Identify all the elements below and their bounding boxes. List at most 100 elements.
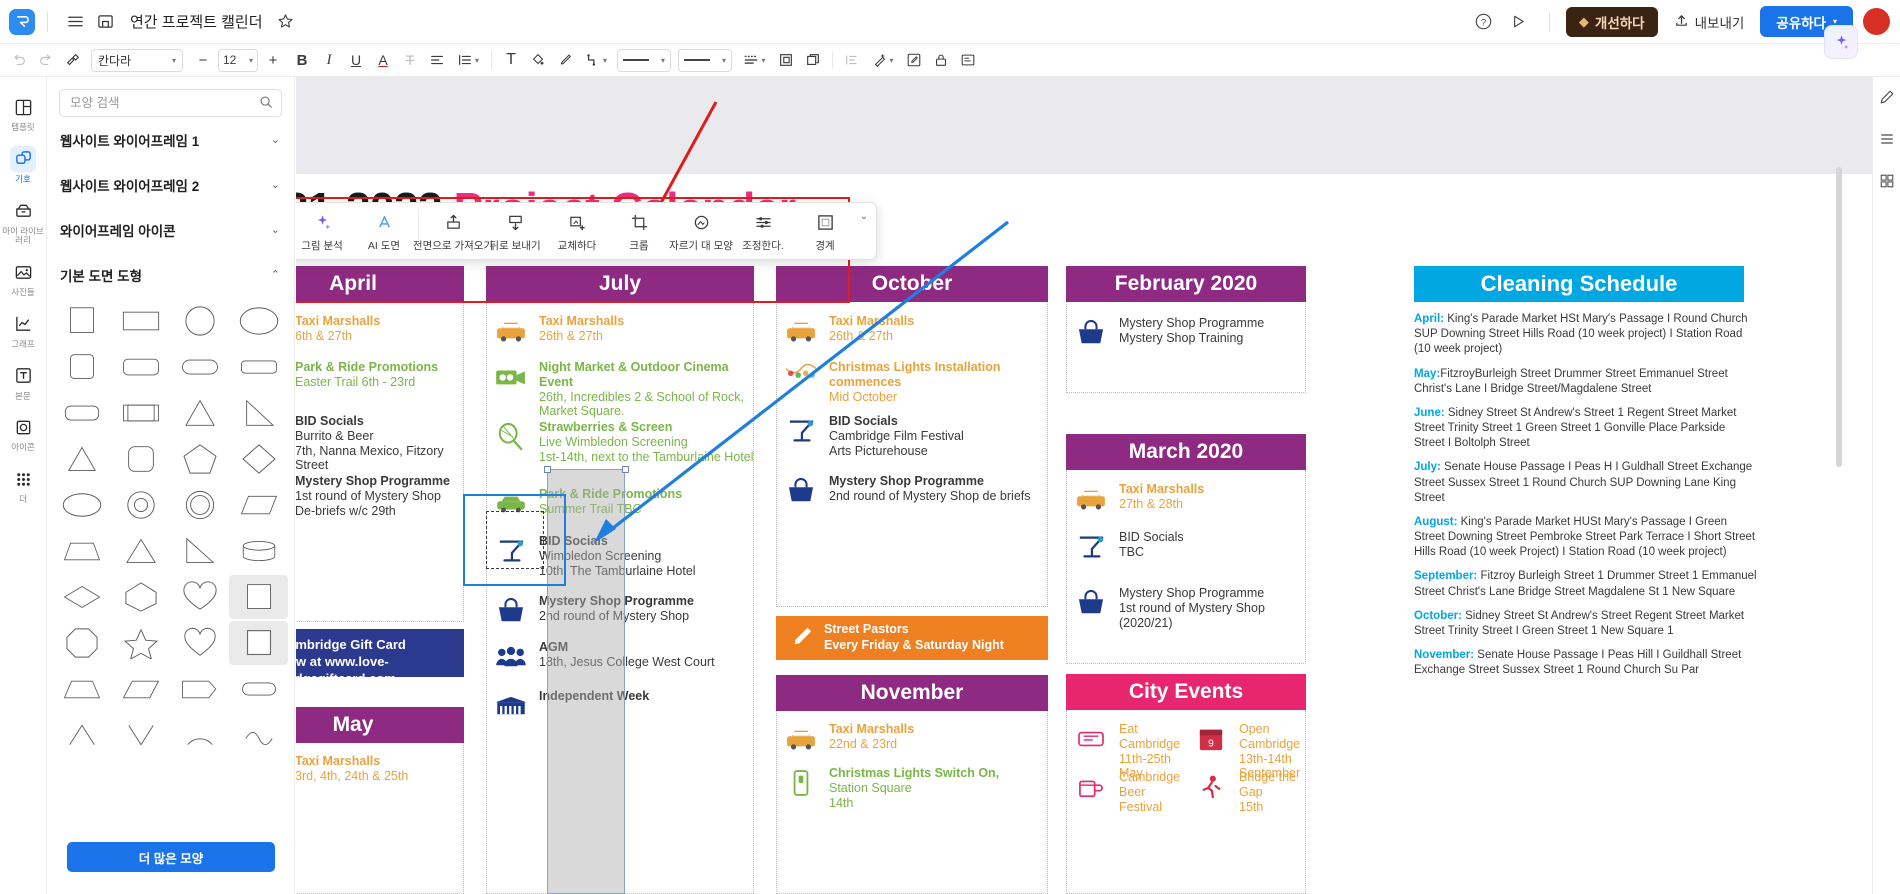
canvas[interactable]: 2021-2022 Project Calendar April Taxi Ma… [296, 77, 1872, 894]
shape-heart2[interactable] [171, 621, 230, 665]
shape-triangle-wide[interactable] [112, 529, 171, 573]
event-item[interactable]: Cambridge Beer Festival [1072, 770, 1187, 814]
ctx-replace[interactable]: 교체하다 [546, 209, 608, 255]
sidebar-item-more[interactable]: 더 [0, 459, 47, 509]
event-item[interactable]: BID Socials Burrito & Beer 7th, Nanna Me… [296, 414, 468, 473]
search-icon[interactable] [259, 95, 273, 112]
text-box-icon[interactable]: T [498, 47, 524, 73]
shape-cylinder[interactable] [229, 529, 288, 573]
shape-triangle[interactable] [171, 391, 230, 435]
edit-icon[interactable] [901, 47, 927, 73]
export-button[interactable]: 내보내기 [1662, 7, 1757, 37]
shape-pill[interactable] [171, 345, 230, 389]
bold-button[interactable]: B [289, 47, 315, 73]
ctx-border[interactable]: 경계 [794, 209, 856, 255]
avatar[interactable] [1863, 8, 1890, 35]
shape-trapezoid2[interactable] [53, 667, 112, 711]
event-item[interactable]: Taxi Marshalls 26th & 27th [782, 314, 1048, 348]
shape-line-v[interactable] [112, 713, 171, 757]
shape-rounded-pill[interactable] [229, 667, 288, 711]
shape-parallelogram[interactable] [229, 483, 288, 527]
preview-icon[interactable] [955, 47, 981, 73]
event-item[interactable]: BID Socials TBC [1072, 530, 1306, 564]
shape-parallelogram2[interactable] [112, 667, 171, 711]
font-color-button[interactable]: A [370, 47, 396, 73]
shape-square-selected[interactable] [229, 575, 288, 619]
shape-round-rect[interactable] [53, 391, 112, 435]
file-icon[interactable] [90, 7, 120, 37]
decrease-font-button[interactable]: − [190, 47, 216, 73]
redo-icon[interactable] [33, 47, 59, 73]
shape-rounded-rect[interactable] [112, 345, 171, 389]
shape-rounded-square[interactable] [53, 345, 112, 389]
list-icon[interactable] [839, 47, 865, 73]
event-item[interactable]: Bridge the Gap 15th [1192, 770, 1312, 814]
shape-group-wireframe1[interactable]: 웹사이트 와이어프레임 1 ⌄ [47, 117, 294, 162]
shape-chevron[interactable] [171, 667, 230, 711]
connector-icon[interactable]: ▾ [579, 47, 613, 73]
event-item[interactable]: Taxi Marshalls 27th & 28th [1072, 482, 1306, 516]
ctx-ai-drawing[interactable]: AI 도면 [353, 209, 415, 255]
line-weight-select[interactable]: ▾ [678, 48, 732, 72]
event-item[interactable]: Night Market & Outdoor Cinema Event 26th… [492, 360, 754, 419]
shape-diamond[interactable] [229, 437, 288, 481]
shape-arc[interactable] [171, 713, 230, 757]
shape-rectangle[interactable] [112, 299, 171, 343]
shape-ellipse[interactable] [229, 299, 288, 343]
canvas-vertical-scrollbar[interactable] [1836, 167, 1842, 467]
shape-line-diagonal[interactable] [53, 713, 112, 757]
app-logo[interactable] [9, 8, 35, 35]
shape-group-wireframe2[interactable]: 웹사이트 와이어프레임 2 ⌄ [47, 162, 294, 207]
gift-card-banner[interactable]: The Cambridge Gift Card Buy now at www.l… [296, 629, 464, 686]
ai-assistant-button[interactable] [1824, 25, 1858, 59]
shape-trapezoid[interactable] [53, 529, 112, 573]
event-item[interactable]: Mystery Shop Programme Mystery Shop Trai… [1072, 316, 1306, 350]
sidebar-item-chart[interactable]: 그래프 [0, 304, 47, 354]
sidebar-item-template[interactable]: 템플릿 [0, 87, 47, 137]
ctx-adjust[interactable]: 조정한다. [732, 209, 794, 255]
shape-circle[interactable] [171, 299, 230, 343]
shape-oval[interactable] [53, 483, 112, 527]
shape-group-wireframe-icons[interactable]: 와이어프레임 아이콘 ⌄ [47, 207, 294, 252]
search-input[interactable] [59, 89, 282, 117]
magic-icon[interactable]: ▾ [866, 47, 900, 73]
position-icon[interactable] [773, 47, 799, 73]
event-item[interactable]: Taxi Marshalls 26th & 27th [492, 314, 754, 348]
ctx-send-to-back[interactable]: 뒤로 보내기 [484, 209, 546, 255]
duplicate-icon[interactable] [800, 47, 826, 73]
format-painter-icon[interactable] [60, 47, 86, 73]
shape-wave[interactable] [229, 713, 288, 757]
shape-rhombus[interactable] [53, 575, 112, 619]
document-title[interactable]: 연간 프로젝트 캘린더 [130, 11, 263, 32]
lock-icon[interactable] [928, 47, 954, 73]
sidebar-item-asset[interactable]: 아이콘 [0, 407, 47, 457]
border-style-icon[interactable]: ▾ [736, 47, 772, 73]
shape-concentric[interactable] [171, 483, 230, 527]
event-item[interactable]: Christmas Lights Installation commences … [782, 360, 1054, 404]
shape-right-triangle[interactable] [229, 391, 288, 435]
font-family-select[interactable]: 칸다라 ▾ [91, 48, 183, 72]
hamburger-icon[interactable] [60, 7, 90, 37]
italic-button[interactable]: I [316, 47, 342, 73]
shape-square-highlight[interactable] [229, 621, 288, 665]
ctx-expand-button[interactable]: ⌄ [856, 209, 872, 222]
event-item[interactable]: Taxi Marshalls 3rd, 4th, 24th & 25th [296, 754, 460, 788]
line-spacing-icon[interactable]: ▾ [451, 47, 485, 73]
shape-rounded-wide[interactable] [229, 345, 288, 389]
event-item[interactable]: BID Socials Cambridge Film Festival Arts… [782, 414, 1048, 458]
shape-rounded-square2[interactable] [112, 437, 171, 481]
align-icon[interactable] [424, 47, 450, 73]
shape-donut[interactable] [112, 483, 171, 527]
increase-font-button[interactable]: + [260, 47, 286, 73]
event-item[interactable]: Mystery Shop Programme 2nd round of Myst… [782, 474, 1062, 508]
undo-icon[interactable] [6, 47, 32, 73]
favorite-star-icon[interactable] [271, 7, 301, 37]
resize-handle-nw[interactable] [544, 466, 551, 473]
shape-double-rect[interactable] [112, 391, 171, 435]
sidebar-item-photos[interactable]: 사진들 [0, 252, 47, 302]
selected-shape-outline[interactable] [486, 511, 544, 569]
sidebar-item-shapes[interactable]: 기호 [0, 139, 47, 189]
event-item[interactable]: Taxi Marshalls 22nd & 23rd [782, 722, 1048, 756]
font-size-select[interactable]: 12 ▾ [218, 48, 258, 72]
fill-color-icon[interactable] [525, 47, 551, 73]
